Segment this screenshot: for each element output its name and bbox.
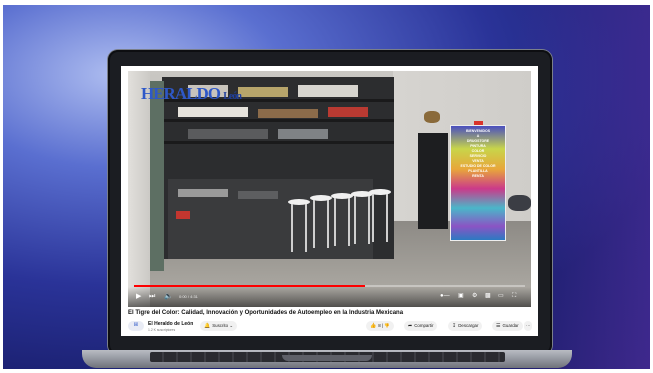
theater-icon[interactable]: ▭	[498, 292, 504, 301]
shelf-products	[178, 107, 248, 117]
bar-stool	[331, 193, 353, 247]
miniplayer-icon[interactable]: ▩	[485, 292, 491, 301]
thumbs-down-icon[interactable]: | 👎	[381, 323, 390, 328]
bell-icon: 🔔	[204, 323, 211, 329]
bar-stool	[288, 199, 310, 253]
subscribe-label: Suscrito	[212, 323, 229, 328]
time-display: 0:00 / 4:31	[179, 294, 198, 299]
like-button[interactable]: 👍 8 | 👎	[366, 321, 394, 331]
video-scene-chair	[508, 195, 531, 211]
shelf-line	[162, 119, 394, 122]
banner-line: RENTA	[472, 174, 484, 178]
thumbs-up-icon: 👍	[370, 323, 377, 329]
progress-bar[interactable]	[134, 285, 525, 287]
download-icon: ↧	[452, 323, 457, 329]
channel-name[interactable]: El Heraldo de León	[148, 321, 193, 327]
settings-icon[interactable]: ⚙	[472, 292, 477, 301]
shelf-products	[278, 129, 328, 139]
shelf-products	[238, 87, 288, 97]
counter-products	[176, 211, 190, 219]
counter-products	[238, 191, 278, 199]
video-scene-cabinet	[418, 133, 448, 229]
download-button[interactable]: ↧ Descargar	[448, 321, 483, 331]
chevron-down-icon: ⌄	[228, 323, 234, 328]
volume-icon[interactable]: 🔈	[164, 292, 173, 301]
save-button[interactable]: ☰ Guardar	[492, 321, 523, 331]
bar-stool	[310, 195, 332, 249]
progress-fill	[134, 285, 365, 287]
counter-products	[178, 189, 228, 197]
next-icon[interactable]: ⏭	[149, 292, 155, 301]
more-button[interactable]: ···	[524, 321, 533, 331]
laptop-hinge	[282, 355, 372, 361]
channel-row: H El Heraldo de León 1.2 K suscriptores …	[128, 320, 533, 334]
video-scene-statue	[424, 111, 440, 123]
save-label: Guardar	[502, 323, 519, 328]
play-icon[interactable]: ▶	[136, 292, 141, 301]
logo-text: HERALDO	[141, 84, 221, 103]
subscriber-count: 1.2 K suscriptores	[148, 328, 176, 332]
shelf-products	[298, 85, 358, 97]
share-label: Compartir	[414, 323, 434, 328]
shelf-products	[328, 107, 368, 117]
logo-subtext: León	[223, 91, 242, 102]
shelf-products	[258, 109, 318, 118]
video-scene-pillar	[128, 71, 150, 307]
laptop-screen: BIENVENIDOS A DRUGSTORE PINTURA COLOR SERVICI…	[121, 66, 538, 336]
video-title: El Tigre del Color: Calidad, Innovación …	[128, 310, 404, 316]
autoplay-toggle[interactable]: ●—	[440, 292, 450, 301]
channel-logo-watermark: HERALDO León	[141, 84, 242, 104]
banner-text: BIENVENIDOS A DRUGSTORE PINTURA COLOR SERVICI…	[453, 129, 503, 179]
shelf-line	[162, 141, 394, 144]
bar-stool	[369, 189, 391, 243]
subscribe-button[interactable]: 🔔 Suscrito ⌄	[200, 321, 238, 331]
share-icon: ➦	[408, 323, 413, 329]
download-label: Descargar	[458, 323, 479, 328]
video-scene-door	[150, 81, 164, 271]
promo-banner: BIENVENIDOS A DRUGSTORE PINTURA COLOR SERVICI…	[450, 125, 506, 241]
player-controls-bar: ▶ ⏭ 🔈 0:00 / 4:31 ●— ▣ ⚙ ▩ ▭ ⛶	[128, 287, 531, 307]
share-button[interactable]: ➦ Compartir	[404, 321, 438, 331]
subtitles-icon[interactable]: ▣	[458, 292, 464, 301]
video-player[interactable]: BIENVENIDOS A DRUGSTORE PINTURA COLOR SERVICI…	[128, 71, 531, 307]
save-icon: ☰	[496, 323, 501, 329]
shelf-products	[188, 129, 268, 139]
channel-avatar[interactable]: H	[128, 321, 144, 331]
fullscreen-icon[interactable]: ⛶	[512, 292, 516, 301]
